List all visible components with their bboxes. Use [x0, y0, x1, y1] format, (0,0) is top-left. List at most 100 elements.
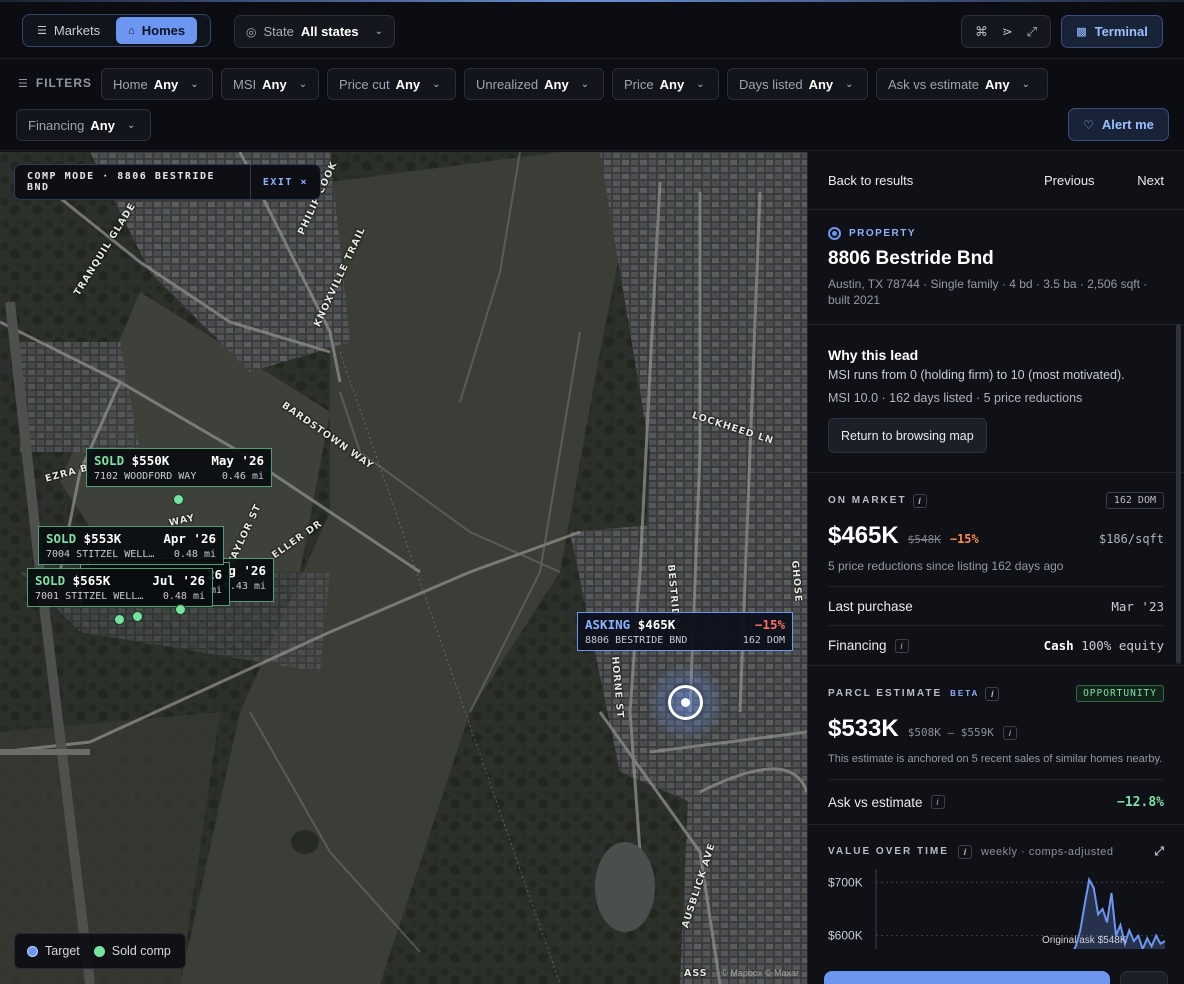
comp-price: $550K	[131, 453, 170, 468]
layers-icon: ☰	[37, 25, 47, 37]
comp-card[interactable]: SOLD $550K May '26 7102 WOODFORD WAY 0.46 …	[86, 448, 272, 487]
filter-ask-vs-estimate[interactable]: Ask vs estimate Any ⌄	[876, 68, 1048, 100]
sold-comp-marker[interactable]	[132, 611, 143, 622]
chip-value: Any	[90, 117, 115, 133]
sold-comp-marker[interactable]	[173, 494, 184, 505]
target-price: $465K	[637, 617, 676, 632]
fullscreen-icon[interactable]: ⤢	[1027, 24, 1037, 40]
comp-status: SOLD	[35, 573, 66, 588]
primary-action-button[interactable]	[824, 971, 1110, 984]
panel-scrollbar[interactable]	[1176, 324, 1181, 664]
y-tick-label: $600K	[828, 929, 863, 943]
why-this-lead-section: Why this lead MSI runs from 0 (holding f…	[808, 325, 1184, 473]
filters-label-text: FILTERS	[35, 76, 92, 90]
terminal-button[interactable]: ▩ Terminal	[1061, 15, 1163, 48]
target-icon	[828, 227, 841, 240]
filter-home[interactable]: Home Any ⌄	[101, 68, 213, 100]
property-details-line: built 2021	[828, 293, 881, 307]
chevron-down-icon: ⌄	[580, 78, 590, 90]
bell-icon: ♡	[1083, 117, 1094, 132]
target-card[interactable]: ASKING $465K −15% 8806 BESTRIDE BND 162 DO…	[577, 612, 793, 651]
value-chart: $700K $600K Original ask $548K	[828, 869, 1166, 958]
filter-price[interactable]: Price Any ⌄	[612, 68, 719, 100]
tool-icon-group: ⌘ ⋗ ⤢	[961, 15, 1051, 48]
share-icon[interactable]: ⋗	[1002, 24, 1013, 40]
homes-tab-label: Homes	[141, 23, 186, 38]
chip-name: MSI	[233, 76, 257, 92]
target-status: ASKING	[585, 617, 631, 632]
target-address: 8806 BESTRIDE BND	[585, 635, 688, 646]
filter-days-listed[interactable]: Days listed Any ⌄	[727, 68, 868, 100]
chip-name: Unrealized	[476, 76, 539, 92]
comp-date: May '26	[211, 453, 264, 468]
chip-value: Any	[395, 76, 421, 92]
next-link[interactable]: Next	[1137, 173, 1164, 188]
on-market-header: ON MARKET	[828, 495, 907, 506]
chip-value: Any	[985, 76, 1010, 92]
comp-address: 7102 WOODFORD WAY	[94, 471, 197, 482]
homes-tab[interactable]: ⌂ Homes	[116, 17, 198, 44]
info-icon[interactable]: i	[930, 795, 945, 809]
financing-detail: 100% equity	[1081, 638, 1164, 653]
comp-distance: 0.48 mi	[162, 591, 205, 602]
ask-vs-estimate-label: Ask vs estimate	[828, 794, 923, 810]
filter-financing[interactable]: Financing Any ⌄	[16, 109, 151, 141]
filter-unrealized[interactable]: Unrealized Any ⌄	[464, 68, 604, 100]
filter-icon: ☰	[18, 77, 29, 90]
chip-value: Any	[262, 76, 287, 92]
comp-address: 7001 STITZEL WELL…	[35, 591, 144, 602]
ask-vs-estimate-value: −12.8%	[1117, 794, 1164, 810]
comp-price: $565K	[72, 573, 111, 588]
previous-link[interactable]: Previous	[1044, 173, 1095, 188]
info-icon[interactable]: i	[912, 493, 927, 508]
value-over-time-section: VALUE OVER TIME i weekly · comps-adjuste…	[808, 825, 1184, 958]
chip-value: Any	[153, 76, 179, 92]
info-icon[interactable]: i	[985, 686, 1000, 701]
info-icon[interactable]: i	[957, 844, 972, 859]
target-marker[interactable]	[668, 685, 703, 720]
target-dom: 162 DOM	[742, 635, 785, 646]
alert-me-button[interactable]: ♡ Alert me	[1068, 108, 1169, 141]
command-icon[interactable]: ⌘	[975, 24, 988, 40]
comp-card[interactable]: SOLD $553K Apr '26 7004 STITZEL WELL… 0.48…	[38, 526, 224, 565]
markets-tab[interactable]: ☰ Markets	[25, 17, 112, 44]
legend-target: Target	[27, 944, 80, 958]
property-tag-label: PROPERTY	[849, 228, 917, 239]
exit-comp-mode-button[interactable]: EXIT ×	[249, 165, 320, 199]
price-reduction-note: 5 price reductions since listing 162 day…	[828, 559, 1164, 587]
comp-date: Apr '26	[163, 531, 216, 546]
terminal-icon: ▩	[1076, 26, 1087, 38]
sold-comp-marker[interactable]	[114, 614, 125, 625]
home-icon: ⌂	[128, 24, 135, 37]
back-to-results-link[interactable]: Back to results	[828, 173, 913, 188]
property-panel: Back to results Previous Next PROPERTY 8…	[807, 152, 1184, 984]
price-per-sqft: $186/sqft	[1098, 532, 1164, 546]
ask-vs-estimate-row: Ask vs estimate i −12.8%	[828, 780, 1164, 824]
info-icon[interactable]: i	[894, 638, 909, 653]
price-change: −15%	[949, 532, 979, 546]
chip-name: Days listed	[739, 76, 803, 92]
filter-msi[interactable]: MSI Any ⌄	[221, 68, 319, 100]
vot-qualifier: weekly · comps-adjusted	[980, 845, 1114, 858]
comp-distance: 0.43 mi	[223, 581, 266, 592]
sold-comp-marker[interactable]	[175, 604, 186, 615]
target-change: −15%	[754, 617, 785, 632]
satellite-map[interactable]: TRANQUIL GLADE TRAIL KNOXVILLE TRAIL PHI…	[0, 152, 807, 984]
parcl-estimate-section: PARCL ESTIMATE BETA i OPPORTUNITY $533K $5…	[808, 666, 1184, 825]
estimate-note: This estimate is anchored on 5 recent sa…	[828, 752, 1164, 780]
secondary-action-button[interactable]	[1120, 971, 1168, 984]
last-purchase-value: Mar '23	[1111, 598, 1164, 614]
chevron-down-icon: ⌄	[190, 78, 199, 90]
info-icon[interactable]: i	[1002, 726, 1017, 740]
filter-price-cut[interactable]: Price cut Any ⌄	[327, 68, 456, 100]
chevron-down-icon: ⌄	[374, 26, 383, 37]
state-select[interactable]: ◎ State All states ⌄	[234, 15, 395, 48]
original-price: $548K	[907, 533, 941, 546]
expand-icon[interactable]: ⤢	[1154, 844, 1164, 859]
comp-status: SOLD	[46, 531, 77, 546]
return-to-map-button[interactable]: Return to browsing map	[828, 418, 987, 453]
chip-value: Any	[544, 76, 569, 92]
comp-address: 7004 STITZEL WELL…	[46, 549, 155, 560]
comp-mode-bar: COMP MODE · 8806 BESTRIDE BND EXIT ×	[14, 164, 321, 200]
comp-card[interactable]: SOLD $565K Jul '26 7001 STITZEL WELL… 0.48…	[27, 568, 213, 607]
